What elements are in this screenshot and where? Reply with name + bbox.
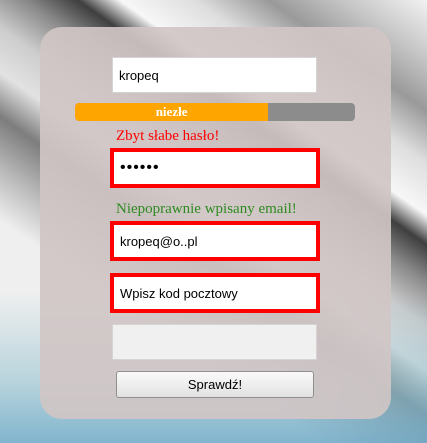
password-error-message: Zbyt słabe hasło! <box>116 128 220 144</box>
username-input[interactable] <box>112 57 317 93</box>
postal-code-input[interactable] <box>110 273 320 313</box>
email-error-message: Niepoprawnie wpisany email! <box>116 201 297 217</box>
email-input[interactable] <box>110 221 320 261</box>
submit-button[interactable]: Sprawdź! <box>116 371 314 398</box>
password-strength-label: niezłe <box>155 104 188 119</box>
password-strength-meter: niezłe <box>75 103 355 121</box>
password-input[interactable] <box>110 148 320 188</box>
extra-input[interactable] <box>112 324 317 360</box>
